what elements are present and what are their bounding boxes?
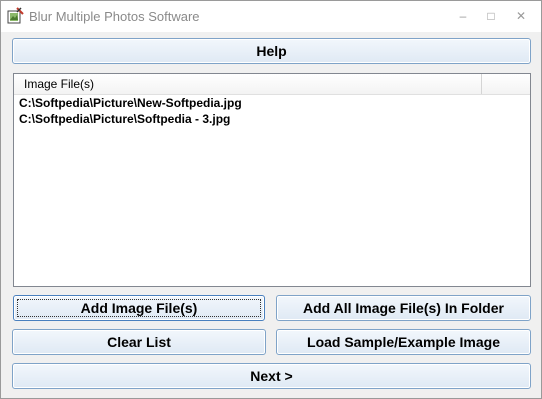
clear-list-button[interactable]: Clear List xyxy=(12,329,266,355)
column-header-image-files[interactable]: Image File(s) xyxy=(14,74,482,94)
focus-ring xyxy=(17,299,261,317)
list-item[interactable]: C:\Softpedia\Picture\Softpedia - 3.jpg xyxy=(14,111,530,127)
window-title: Blur Multiple Photos Software xyxy=(29,9,200,24)
list-item[interactable]: C:\Softpedia\Picture\New-Softpedia.jpg xyxy=(14,95,530,111)
load-sample-button[interactable]: Load Sample/Example Image xyxy=(276,329,531,355)
next-button[interactable]: Next > xyxy=(12,363,531,389)
image-file-list[interactable]: Image File(s) C:\Softpedia\Picture\New-S… xyxy=(13,73,531,287)
app-icon xyxy=(7,7,24,24)
add-image-files-button[interactable]: Add Image File(s) xyxy=(13,295,265,321)
maximize-icon[interactable]: □ xyxy=(479,5,503,27)
add-folder-button[interactable]: Add All Image File(s) In Folder xyxy=(276,295,531,321)
help-button[interactable]: Help xyxy=(12,38,531,64)
minimize-icon[interactable]: – xyxy=(451,5,475,27)
list-header: Image File(s) xyxy=(14,74,530,95)
main-window: Blur Multiple Photos Software – □ ✕ Help… xyxy=(0,0,542,399)
list-rows: C:\Softpedia\Picture\New-Softpedia.jpg C… xyxy=(14,95,530,127)
title-bar[interactable]: Blur Multiple Photos Software – □ ✕ xyxy=(1,1,541,32)
close-icon[interactable]: ✕ xyxy=(509,5,533,27)
